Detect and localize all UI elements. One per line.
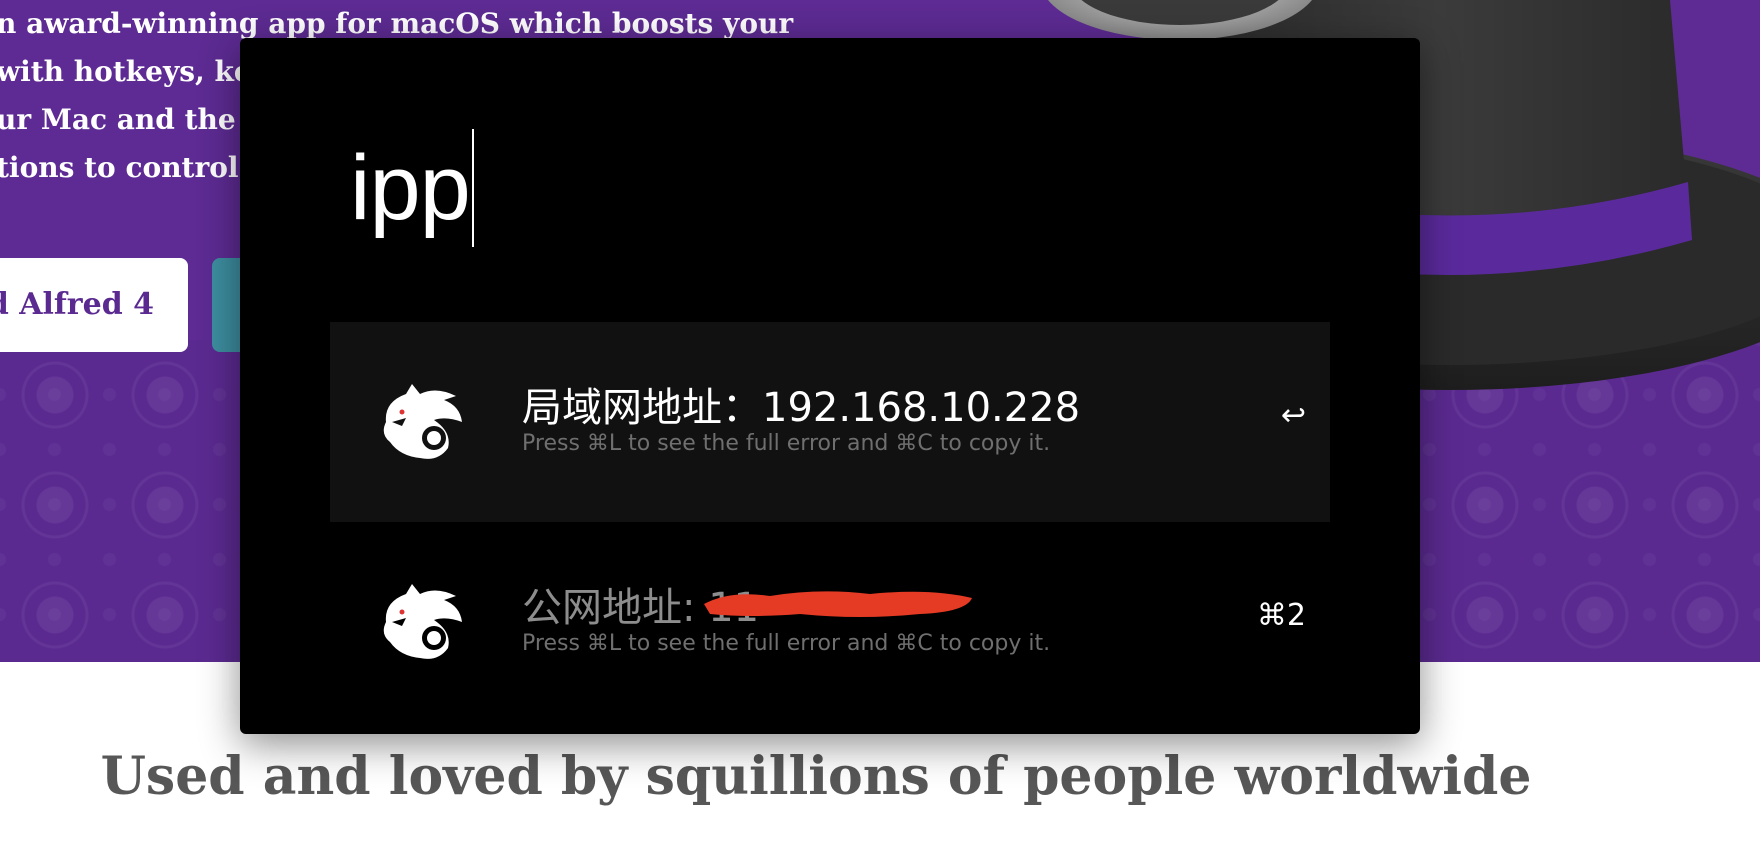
tagline-heading: Used and loved by squillions of people w… <box>100 746 1532 807</box>
lion-icon <box>383 384 462 459</box>
redaction-scribble <box>704 591 972 617</box>
result-subtitle: Press ⌘L to see the full error and ⌘C to… <box>522 431 1051 456</box>
enter-key-icon: ↩ <box>1280 398 1306 433</box>
search-query-field[interactable]: ipp <box>350 118 474 258</box>
query-text: ipp <box>350 137 471 239</box>
result-subtitle: Press ⌘L to see the full error and ⌘C to… <box>522 631 1051 656</box>
result-title: 局域网地址：192.168.10.228 <box>522 385 1081 431</box>
shortcut-label: ⌘2 <box>1256 598 1306 633</box>
lion-icon <box>383 584 462 659</box>
text-caret <box>471 129 474 247</box>
result-item-public-ip[interactable]: 公网地址: 11 Press ⌘L to see the full error … <box>330 522 1330 722</box>
alfred-launcher: ipp 局域网地址：192.168.10.228 Press ⌘L to see… <box>240 38 1420 734</box>
result-item-lan-ip[interactable]: 局域网地址：192.168.10.228 Press ⌘L to see the… <box>330 322 1330 522</box>
download-alfred-button[interactable]: d Alfred 4 <box>0 258 188 352</box>
